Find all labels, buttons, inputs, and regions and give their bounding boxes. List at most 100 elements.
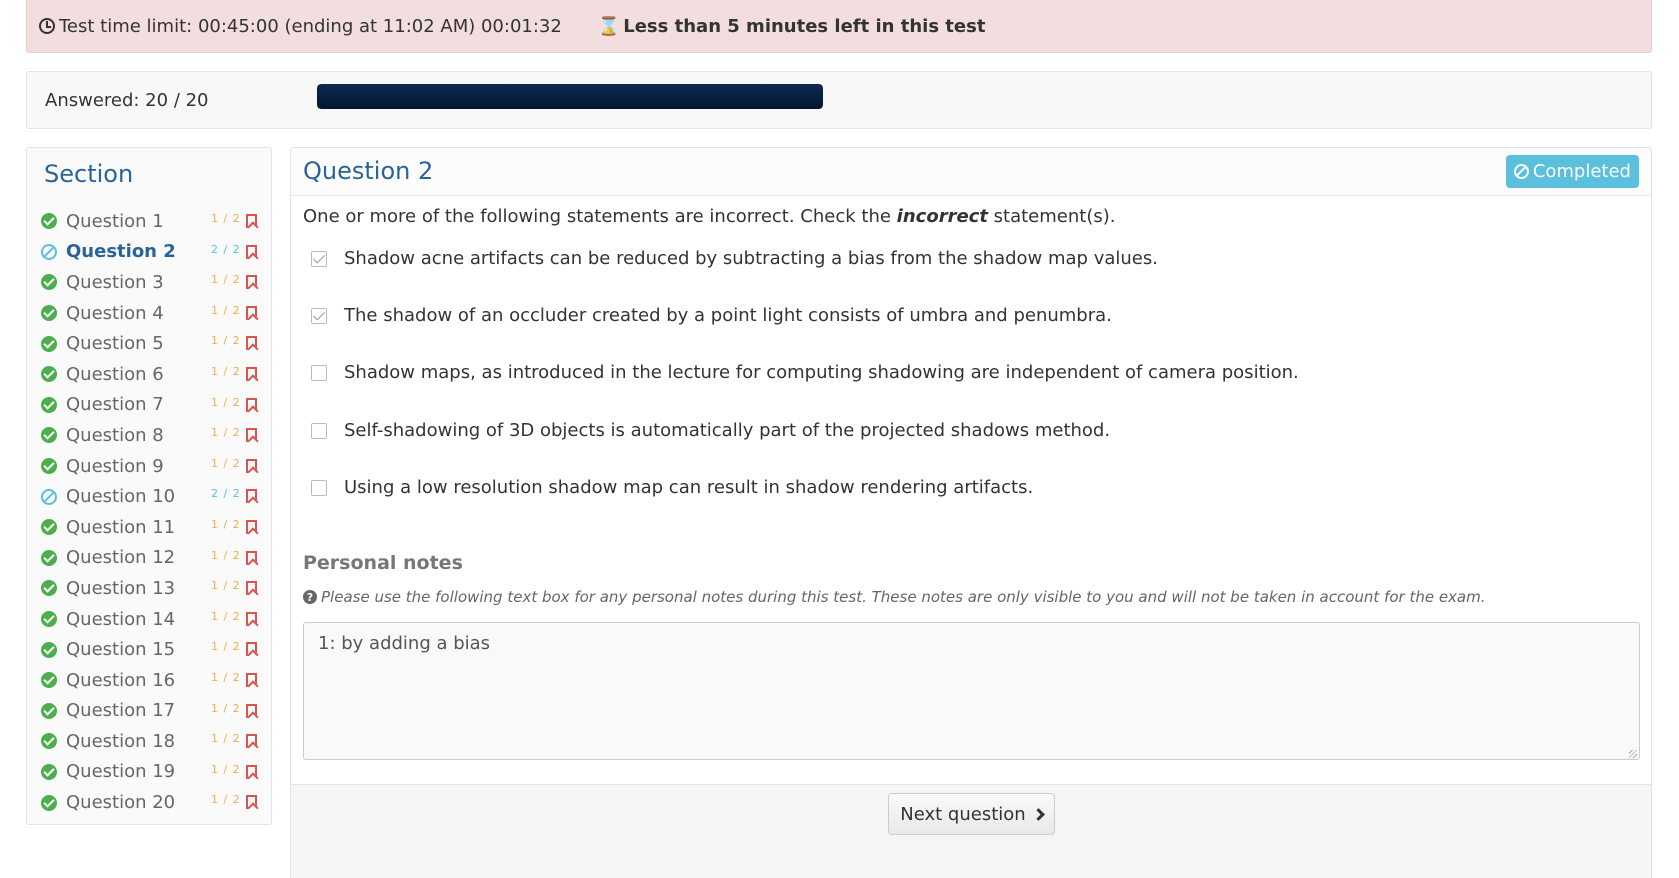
- answer-option-1[interactable]: Shadow acne artifacts can be reduced by …: [311, 248, 1158, 269]
- bookmark-icon[interactable]: [246, 489, 257, 504]
- answer-option-text: Shadow acne artifacts can be reduced by …: [344, 248, 1158, 269]
- check-circle-icon: [41, 458, 57, 475]
- sidebar-item-question-18[interactable]: Question 18 1 / 2: [41, 726, 267, 757]
- answer-checkbox[interactable]: [311, 250, 327, 267]
- sidebar-item-question-11[interactable]: Question 11 1 / 2: [41, 512, 267, 543]
- question-score: 1 / 2: [211, 517, 241, 531]
- check-circle-icon: [41, 305, 57, 322]
- sidebar-item-label: Question 10: [66, 486, 176, 508]
- sidebar-item-question-12[interactable]: Question 12 1 / 2: [41, 543, 267, 574]
- question-score: 1 / 2: [211, 609, 241, 623]
- answer-option-4[interactable]: Self-shadowing of 3D objects is automati…: [311, 420, 1110, 441]
- bookmark-icon[interactable]: [246, 764, 257, 779]
- check-circle-icon: [41, 274, 57, 291]
- bookmark-icon[interactable]: [246, 336, 257, 351]
- bookmark-icon[interactable]: [246, 366, 257, 381]
- question-score: 1 / 2: [211, 732, 241, 746]
- answer-checkbox[interactable]: [311, 479, 327, 496]
- answer-option-2[interactable]: The shadow of an occluder created by a p…: [311, 305, 1112, 326]
- question-circle-icon: ?: [303, 590, 317, 604]
- sidebar-item-question-14[interactable]: Question 14 1 / 2: [41, 604, 267, 635]
- bookmark-icon[interactable]: [246, 611, 257, 626]
- question-header: Question 2 Completed: [291, 148, 1651, 196]
- check-circle-icon: [41, 580, 57, 597]
- sidebar-item-label: Question 11: [66, 516, 176, 538]
- bookmark-icon[interactable]: [246, 305, 257, 320]
- prompt-text: One or more of the following statements …: [303, 206, 897, 227]
- next-question-button[interactable]: Next question: [888, 793, 1055, 835]
- section-sidebar: Section Question 11 / 2 Question 22 / 2 Qu…: [26, 147, 272, 825]
- sidebar-item-question-16[interactable]: Question 16 1 / 2: [41, 665, 267, 696]
- sidebar-item-question-7[interactable]: Question 7 1 / 2: [41, 390, 267, 421]
- sidebar-item-question-9[interactable]: Question 9 1 / 2: [41, 451, 267, 482]
- sidebar-item-label: Question 6: [66, 363, 164, 385]
- bookmark-icon[interactable]: [246, 397, 257, 412]
- sidebar-item-label: Question 9: [66, 455, 164, 477]
- answer-option-text: Shadow maps, as introduced in the lectur…: [344, 362, 1299, 383]
- resize-handle-icon[interactable]: [1629, 750, 1637, 758]
- question-score: 1 / 2: [211, 334, 241, 348]
- sidebar-item-question-13[interactable]: Question 13 1 / 2: [41, 573, 267, 604]
- question-score: 1 / 2: [211, 456, 241, 470]
- answer-checkbox[interactable]: [311, 307, 327, 324]
- sidebar-item-question-1[interactable]: Question 1 1 / 2: [41, 206, 267, 237]
- notes-help: ? Please use the following text box for …: [303, 588, 1486, 606]
- bookmark-icon[interactable]: [246, 519, 257, 534]
- sidebar-item-question-10[interactable]: Question 10 2 / 2: [41, 481, 267, 512]
- answer-option-3[interactable]: Shadow maps, as introduced in the lectur…: [311, 362, 1299, 383]
- next-question-label: Next question: [900, 803, 1026, 825]
- question-score: 2 / 2: [211, 242, 241, 256]
- progress-bar-fill: [317, 84, 823, 109]
- check-circle-icon: [41, 396, 57, 413]
- bookmark-icon[interactable]: [246, 642, 257, 657]
- sidebar-item-label: Question 12: [66, 547, 176, 569]
- question-title: Question 2: [303, 157, 434, 185]
- answer-option-text: Self-shadowing of 3D objects is automati…: [344, 420, 1111, 441]
- bookmark-icon[interactable]: [246, 703, 257, 718]
- completed-badge-label: Completed: [1532, 161, 1631, 182]
- time-limit-text: Test time limit: 00:45:00 (ending at 11:…: [59, 15, 562, 37]
- bookmark-icon[interactable]: [246, 581, 257, 596]
- check-circle-icon: [41, 366, 57, 383]
- sidebar-item-question-5[interactable]: Question 5 1 / 2: [41, 328, 267, 359]
- bookmark-icon[interactable]: [246, 214, 257, 228]
- bookmark-icon[interactable]: [246, 428, 257, 443]
- check-circle-icon: [41, 335, 57, 352]
- sidebar-item-label: Question 13: [66, 577, 176, 599]
- answer-option-5[interactable]: Using a low resolution shadow map can re…: [311, 477, 1033, 498]
- sidebar-item-question-4[interactable]: Question 4 1 / 2: [41, 298, 267, 329]
- question-score: 1 / 2: [211, 212, 241, 225]
- sidebar-item-question-19[interactable]: Question 19 1 / 2: [41, 757, 267, 788]
- sidebar-item-label: Question 17: [66, 700, 176, 722]
- sidebar-item-question-6[interactable]: Question 6 1 / 2: [41, 359, 267, 390]
- sidebar-item-question-2[interactable]: Question 2 2 / 2: [41, 237, 267, 268]
- prompt-text-end: statement(s).: [987, 206, 1116, 227]
- ban-icon: [41, 243, 57, 260]
- check-circle-icon: [41, 763, 57, 780]
- bookmark-icon[interactable]: [246, 672, 257, 687]
- question-score: 1 / 2: [211, 426, 241, 440]
- sidebar-item-question-20[interactable]: Question 20 1 / 2: [41, 787, 267, 818]
- bookmark-icon[interactable]: [246, 795, 257, 810]
- bookmark-icon[interactable]: [246, 734, 257, 749]
- notes-textarea[interactable]: [303, 622, 1640, 760]
- bookmark-icon[interactable]: [246, 458, 257, 473]
- sidebar-item-label: Question 8: [66, 424, 164, 446]
- sidebar-item-question-17[interactable]: Question 17 1 / 2: [41, 696, 267, 727]
- bookmark-icon[interactable]: [246, 275, 257, 290]
- question-score: 1 / 2: [211, 395, 241, 409]
- question-prompt: One or more of the following statements …: [303, 206, 1115, 227]
- check-circle-icon: [41, 611, 57, 628]
- bookmark-icon[interactable]: [246, 550, 257, 565]
- bookmark-icon[interactable]: [246, 244, 257, 259]
- sidebar-item-question-15[interactable]: Question 15 1 / 2: [41, 634, 267, 665]
- check-circle-icon: [41, 549, 57, 566]
- sidebar-item-question-3[interactable]: Question 3 1 / 2: [41, 267, 267, 298]
- question-score: 1 / 2: [211, 364, 241, 378]
- answer-checkbox[interactable]: [311, 422, 327, 439]
- question-score: 1 / 2: [211, 793, 241, 807]
- sidebar-item-label: Question 16: [66, 669, 176, 691]
- sidebar-item-question-8[interactable]: Question 8 1 / 2: [41, 420, 267, 451]
- answer-checkbox[interactable]: [311, 364, 327, 381]
- sidebar-item-label: Question 19: [66, 761, 176, 783]
